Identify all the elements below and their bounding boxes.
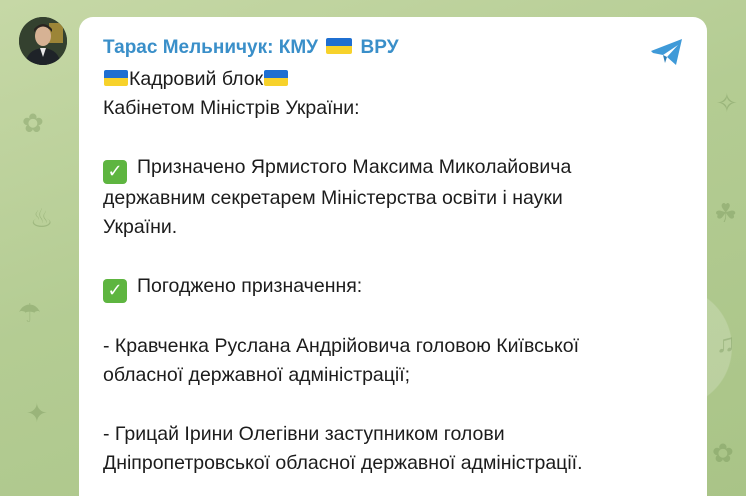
item1-line1: ✓ Призначено Ярмистого Максима Миколайови…	[103, 153, 683, 184]
item1-text-line1: Призначено Ярмистого Максима Миколайович…	[137, 155, 572, 178]
ukraine-flag-icon	[264, 70, 289, 86]
message-subheading: Кабінетом Міністрів України:	[103, 97, 360, 120]
telegram-share-icon[interactable]	[649, 37, 685, 67]
doodle-icon: ✦	[26, 398, 48, 428]
entry2-line1: - Грицай Ірини Олегівни заступником голо…	[103, 422, 505, 445]
doodle-icon: ✧	[716, 88, 738, 118]
item1-text-line3: України.	[103, 216, 178, 239]
doodle-icon: ♨	[30, 203, 54, 233]
ukraine-flag-icon	[326, 38, 353, 54]
entry2-line2: Дніпропетровської обласної державної адм…	[103, 452, 583, 475]
sender-name[interactable]: Тарас Мельничук: КМУ	[103, 37, 318, 58]
message-body: Кадровий блок Кабінетом Міністрів Україн…	[103, 65, 683, 479]
ukraine-flag-icon	[104, 70, 128, 86]
doodle-icon: ♫	[716, 328, 736, 358]
item2-text-line1: Погоджено призначення:	[137, 274, 363, 297]
doodle-icon: ✿	[22, 108, 44, 138]
doodle-icon: ☘	[714, 198, 738, 228]
message-heading: Кадровий блок	[129, 68, 264, 90]
item1-text-line2: державним секретарем Міністерства освіти…	[103, 186, 563, 209]
sender-suffix[interactable]: ВРУ	[361, 37, 399, 58]
avatar-photo-icon	[19, 17, 67, 65]
entry1-line1: - Кравченка Руслана Андрійовича головою …	[103, 335, 580, 358]
sender-avatar[interactable]	[19, 17, 67, 65]
check-mark-icon: ✓	[103, 159, 127, 184]
doodle-icon: ✿	[712, 438, 734, 468]
entry1-line2: обласної державної адміністрації;	[103, 364, 411, 387]
channel-message: Тарас Мельничук: КМУ ВРУ Кадровий блок К…	[79, 17, 707, 496]
message-heading-line: Кадровий блок	[103, 65, 683, 94]
sender-header[interactable]: Тарас Мельничук: КМУ ВРУ	[103, 35, 683, 61]
check-mark-icon: ✓	[103, 278, 127, 303]
item2-line1: ✓ Погоджено призначення:	[103, 272, 683, 303]
doodle-icon: ☂	[18, 298, 42, 328]
